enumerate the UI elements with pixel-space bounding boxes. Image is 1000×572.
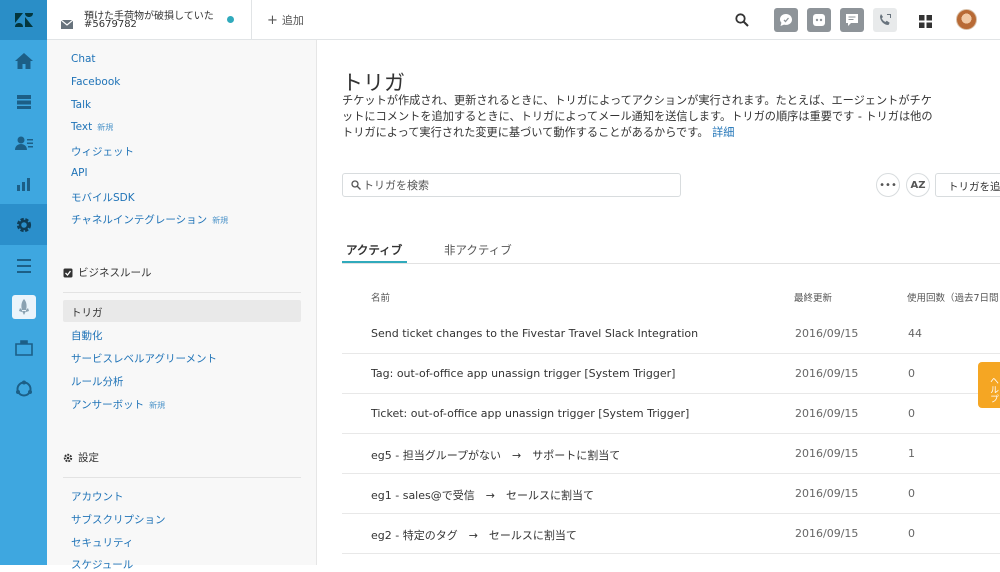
admin-sidebar: Chat Facebook Talk Text 新規 ウィジェット API モバイ…	[47, 40, 317, 571]
divider	[63, 477, 301, 478]
trigger-updated: 2016/09/15	[795, 527, 859, 540]
trigger-usage: 0	[908, 527, 915, 540]
sync-app-icon[interactable]	[0, 368, 47, 409]
settings-heading: 設定	[63, 450, 99, 465]
trigger-updated: 2016/09/15	[795, 367, 859, 380]
more-options-button[interactable]: •••	[876, 173, 900, 197]
search-icon	[351, 180, 361, 190]
sidebar-item-api[interactable]: API	[71, 167, 88, 179]
table-row[interactable]: Tag: out-of-office app unassign trigger …	[342, 354, 1000, 394]
trigger-tabs: アクティブ 非アクティブ	[342, 240, 1000, 264]
trigger-name[interactable]: Send ticket changes to the Fivestar Trav…	[371, 327, 698, 340]
sidebar-item-subscription[interactable]: サブスクリプション	[71, 512, 166, 527]
trigger-usage: 1	[908, 447, 915, 460]
ticket-status-dot	[227, 16, 234, 23]
sort-az-button[interactable]: AZ	[906, 173, 930, 197]
trigger-name[interactable]: Ticket: out-of-office app unassign trigg…	[371, 407, 689, 420]
product-rail	[0, 0, 47, 565]
lists-icon[interactable]	[0, 245, 47, 286]
table-header: 名前 最終更新 使用回数（過去7日間	[342, 290, 1000, 304]
mail-icon	[60, 14, 74, 33]
sidebar-item-rule-analysis[interactable]: ルール分析	[71, 374, 124, 389]
chat-app-icon[interactable]	[774, 8, 798, 32]
views-icon[interactable]	[0, 81, 47, 122]
trigger-updated: 2016/09/15	[795, 407, 859, 420]
sidebar-item-talk[interactable]: Talk	[71, 99, 91, 111]
trigger-name[interactable]: eg5 - 担当グループがない → サポートに割当て	[371, 447, 620, 463]
divider	[63, 292, 301, 293]
column-header-updated[interactable]: 最終更新	[794, 290, 832, 304]
business-rules-heading: ビジネスルール	[63, 265, 152, 280]
checkbox-icon	[63, 268, 73, 277]
marketplace-briefcase-icon[interactable]	[0, 327, 47, 368]
sidebar-item-text[interactable]: Text 新規	[71, 121, 113, 133]
phone-app-icon[interactable]	[873, 8, 897, 32]
sidebar-item-facebook[interactable]: Facebook	[71, 76, 120, 88]
sidebar-item-mobile-sdk[interactable]: モバイルSDK	[71, 190, 135, 205]
table-row[interactable]: eg2 - 特定のタグ → セールスに割当て 2016/09/15 0	[342, 514, 1000, 554]
message-app-icon[interactable]	[840, 8, 864, 32]
gear-icon	[63, 453, 73, 462]
tab-active[interactable]: アクティブ	[346, 242, 402, 258]
sidebar-item-triggers[interactable]: トリガ	[63, 300, 301, 322]
table-row[interactable]: eg1 - sales@で受信 → セールスに割当て 2016/09/15 0	[342, 474, 1000, 514]
trigger-usage: 0	[908, 407, 915, 420]
add-trigger-button[interactable]: トリガを追加	[935, 173, 1000, 197]
trigger-name[interactable]: Tag: out-of-office app unassign trigger …	[371, 367, 675, 380]
new-badge: 新規	[212, 216, 229, 225]
trigger-search-field[interactable]	[342, 173, 681, 197]
active-tab-indicator	[342, 261, 407, 263]
ticket-tab[interactable]: 預けた手荷物が破損していた #5679782	[47, 0, 252, 40]
sidebar-item-account[interactable]: アカウント	[71, 489, 124, 504]
new-badge: 新規	[97, 123, 114, 132]
bot-app-icon[interactable]	[807, 8, 831, 32]
trigger-search-input[interactable]	[363, 177, 663, 193]
trigger-usage: 0	[908, 367, 915, 380]
admin-gear-icon[interactable]	[0, 204, 47, 245]
reporting-icon[interactable]	[0, 163, 47, 204]
sidebar-item-automations[interactable]: 自動化	[71, 328, 103, 343]
tab-inactive[interactable]: 非アクティブ	[444, 242, 512, 258]
trigger-updated: 2016/09/15	[795, 327, 859, 340]
product-tray-grid-icon[interactable]	[919, 13, 932, 32]
top-bar: 預けた手荷物が破損していた #5679782 + 追加	[47, 0, 1000, 40]
trigger-updated: 2016/09/15	[795, 447, 859, 460]
home-icon[interactable]	[0, 40, 47, 81]
zendesk-logo-icon[interactable]	[0, 0, 47, 40]
triggers-page: トリガ チケットが作成され、更新されるときに、トリガによってアクションが実行され…	[317, 40, 1000, 565]
details-link[interactable]: 詳細	[712, 126, 734, 139]
add-tab-button[interactable]: + 追加	[267, 12, 304, 28]
plus-icon: +	[267, 12, 278, 28]
trigger-updated: 2016/09/15	[795, 487, 859, 500]
rocket-app-icon[interactable]	[0, 286, 47, 327]
sidebar-item-channel-integrations[interactable]: チャネルインテグレーション 新規	[71, 212, 228, 227]
table-row[interactable]: eg5 - 担当グループがない → サポートに割当て 2016/09/15 1	[342, 434, 1000, 474]
search-icon[interactable]	[735, 12, 749, 31]
column-header-usage[interactable]: 使用回数（過去7日間	[907, 290, 999, 304]
table-row[interactable]: Send ticket changes to the Fivestar Trav…	[342, 314, 1000, 354]
trigger-name[interactable]: eg2 - 特定のタグ → セールスに割当て	[371, 527, 577, 543]
customers-icon[interactable]	[0, 122, 47, 163]
help-widget-button[interactable]: ヘルプ	[978, 362, 1000, 408]
trigger-usage: 44	[908, 327, 922, 340]
ticket-id: #5679782	[84, 19, 137, 30]
new-badge: 新規	[149, 401, 166, 410]
column-header-name[interactable]: 名前	[371, 290, 390, 304]
trigger-usage: 0	[908, 487, 915, 500]
sidebar-item-security[interactable]: セキュリティ	[71, 535, 133, 550]
sidebar-item-chat[interactable]: Chat	[71, 53, 96, 65]
sidebar-item-answer-bot[interactable]: アンサーボット 新規	[71, 397, 165, 412]
user-avatar[interactable]	[956, 9, 977, 30]
sidebar-item-sla[interactable]: サービスレベルアグリーメント	[71, 351, 217, 366]
add-tab-label: 追加	[281, 14, 304, 27]
table-row[interactable]: Ticket: out-of-office app unassign trigg…	[342, 394, 1000, 434]
trigger-name[interactable]: eg1 - sales@で受信 → セールスに割当て	[371, 487, 594, 503]
sidebar-item-widget[interactable]: ウィジェット	[71, 144, 134, 159]
page-description: チケットが作成され、更新されるときに、トリガによってアクションが実行されます。た…	[342, 94, 933, 139]
